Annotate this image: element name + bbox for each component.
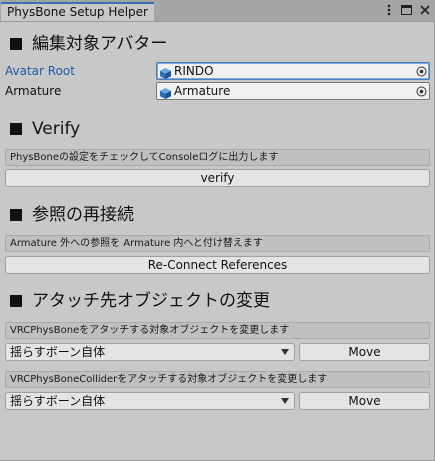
maximize-icon[interactable] bbox=[400, 3, 413, 17]
reconnect-heading-text: 参照の再接続 bbox=[32, 205, 134, 225]
gameobject-cube-icon bbox=[159, 85, 172, 99]
bullet-square-icon bbox=[10, 38, 22, 50]
collider-move-button[interactable]: Move bbox=[299, 392, 430, 410]
object-picker-icon[interactable] bbox=[413, 63, 429, 79]
physbone-move-button[interactable]: Move bbox=[299, 343, 430, 361]
chevron-down-icon bbox=[281, 349, 289, 355]
avatar-heading-text: 編集対象アバター bbox=[32, 34, 168, 54]
verify-help-box: PhysBoneの設定をチェックしてConsoleログに出力します bbox=[5, 149, 430, 166]
attach-heading-text: アタッチ先オブジェクトの変更 bbox=[32, 291, 270, 311]
physbone-target-dropdown[interactable]: 揺らすボーン自体 bbox=[5, 343, 295, 361]
avatar-root-field[interactable]: RINDO bbox=[156, 62, 430, 80]
close-icon[interactable] bbox=[418, 3, 431, 17]
reconnect-references-button[interactable]: Re-Connect References bbox=[5, 256, 430, 274]
avatar-root-label: Avatar Root bbox=[5, 64, 75, 78]
tab-controls bbox=[382, 3, 431, 17]
collider-target-dropdown[interactable]: 揺らすボーン自体 bbox=[5, 392, 295, 410]
reconnect-section-heading: 参照の再接続 bbox=[10, 204, 134, 226]
verify-section-heading: Verify bbox=[10, 118, 80, 140]
object-picker-icon[interactable] bbox=[413, 83, 429, 99]
verify-heading-text: Verify bbox=[32, 119, 81, 139]
bullet-square-icon bbox=[10, 123, 22, 135]
armature-label: Armature bbox=[5, 84, 62, 98]
avatar-root-value: RINDO bbox=[174, 64, 214, 78]
bullet-square-icon bbox=[10, 209, 22, 221]
collider-help-box: VRCPhysBoneColliderをアタッチする対象オブジェクトを変更します bbox=[5, 371, 430, 388]
armature-value: Armature bbox=[174, 84, 231, 98]
bullet-square-icon bbox=[10, 295, 22, 307]
tab-bar: PhysBone Setup Helper bbox=[0, 0, 435, 22]
attach-section-heading: アタッチ先オブジェクトの変更 bbox=[10, 290, 270, 312]
tab-physbone-setup-helper[interactable]: PhysBone Setup Helper bbox=[1, 2, 154, 21]
kebab-menu-icon[interactable] bbox=[382, 3, 395, 17]
reconnect-help-box: Armature 外への参照を Armature 内へと付け替えます bbox=[5, 235, 430, 252]
verify-button[interactable]: verify bbox=[5, 169, 430, 187]
avatar-section-heading: 編集対象アバター bbox=[10, 33, 167, 55]
collider-target-value: 揺らすボーン自体 bbox=[10, 394, 106, 408]
editor-window: PhysBone Setup Helper 編集対象アバター Avatar Ro… bbox=[0, 0, 435, 461]
chevron-down-icon bbox=[281, 398, 289, 404]
physbone-target-value: 揺らすボーン自体 bbox=[10, 345, 106, 359]
physbone-help-box: VRCPhysBoneをアタッチする対象オブジェクトを変更します bbox=[5, 322, 430, 339]
tab-title: PhysBone Setup Helper bbox=[7, 5, 148, 19]
armature-field[interactable]: Armature bbox=[156, 82, 430, 100]
gameobject-cube-icon bbox=[159, 65, 172, 79]
